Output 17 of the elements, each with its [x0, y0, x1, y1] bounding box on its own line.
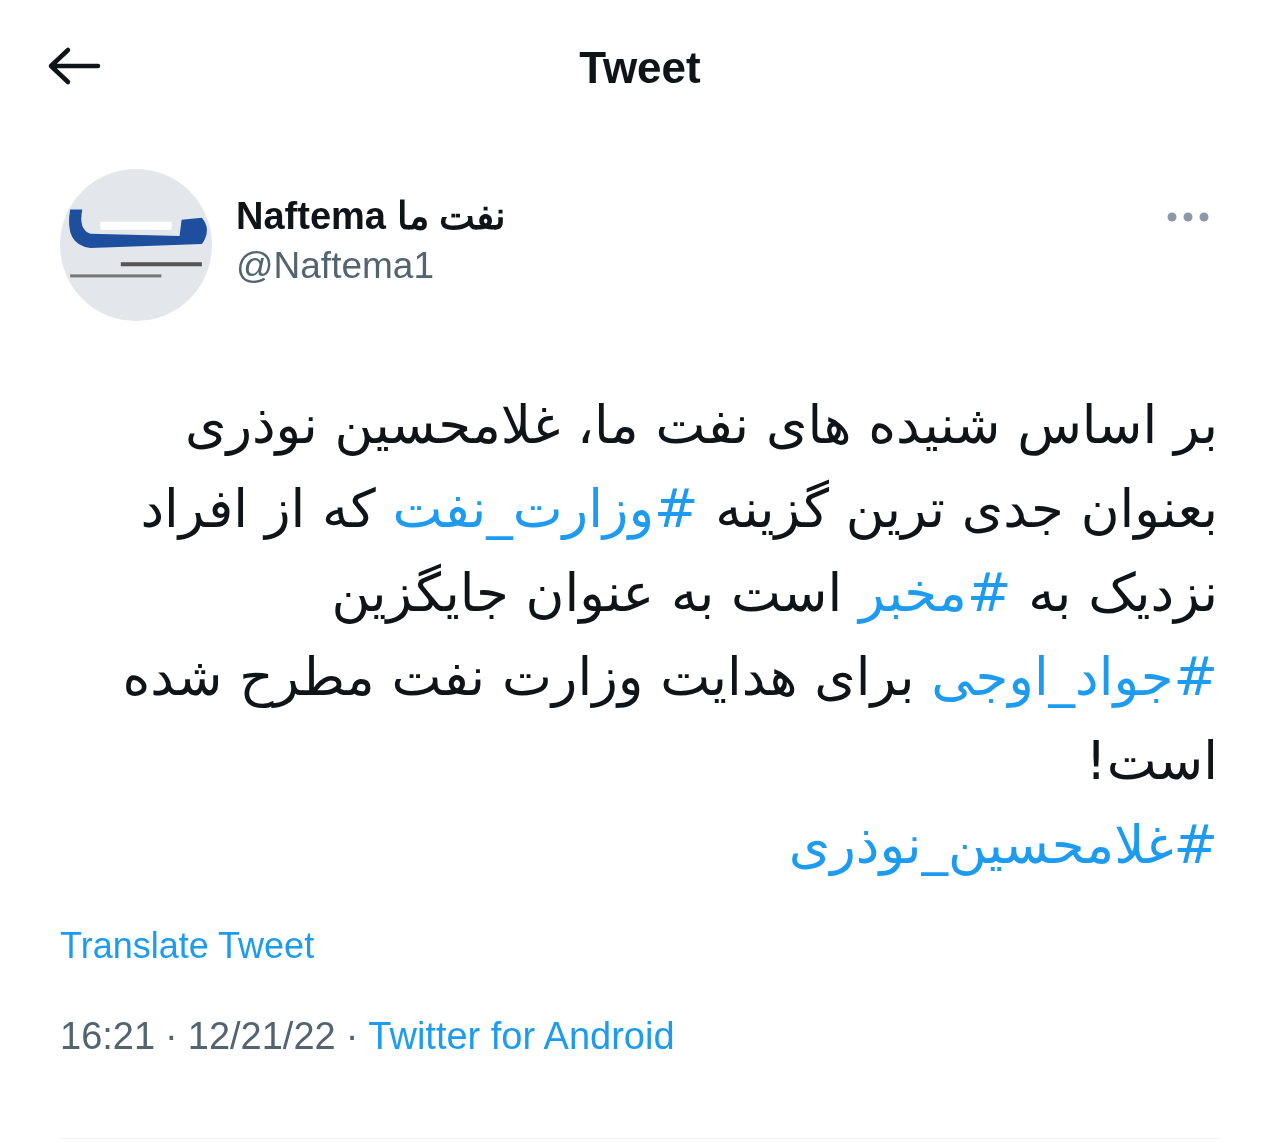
hashtag-link[interactable]: #مخبر	[859, 562, 1012, 623]
tweet-time: 16:21	[60, 1015, 156, 1058]
hashtag-link[interactable]: #غلامحسین_نوذری	[788, 814, 1218, 875]
source-link[interactable]: Twitter for Android	[368, 1015, 675, 1058]
tweet-text: بر اساس شنیده های نفت ما، غلامحسین نوذری بعنوان جدی ترین گزینه #وزارت_نفت که از افراد نزدیک به #مخبر است به عنوان جایگزین #جواد_اوجی برای هدایت وزارت نفت مطرح شده است! #غلامحسین_نوذری	[121, 393, 1218, 878]
back-arrow-icon[interactable]	[46, 46, 102, 86]
translate-link[interactable]: Translate Tweet	[60, 925, 315, 966]
page-title: Tweet	[579, 42, 701, 93]
separator-dot: ·	[345, 1015, 359, 1058]
author-name[interactable]: Naftema نفت ما	[236, 191, 1166, 241]
tweet-date: 12/21/22	[187, 1015, 336, 1058]
hashtag-link[interactable]: #وزارت_نفت	[392, 478, 699, 539]
hashtag-link[interactable]: #جواد_اوجی	[931, 646, 1218, 707]
author-handle[interactable]: @Naftema1	[236, 241, 1166, 291]
separator-dot: ·	[165, 1015, 178, 1058]
more-icon[interactable]	[1166, 211, 1210, 223]
avatar-logo-icon[interactable]	[60, 169, 212, 321]
